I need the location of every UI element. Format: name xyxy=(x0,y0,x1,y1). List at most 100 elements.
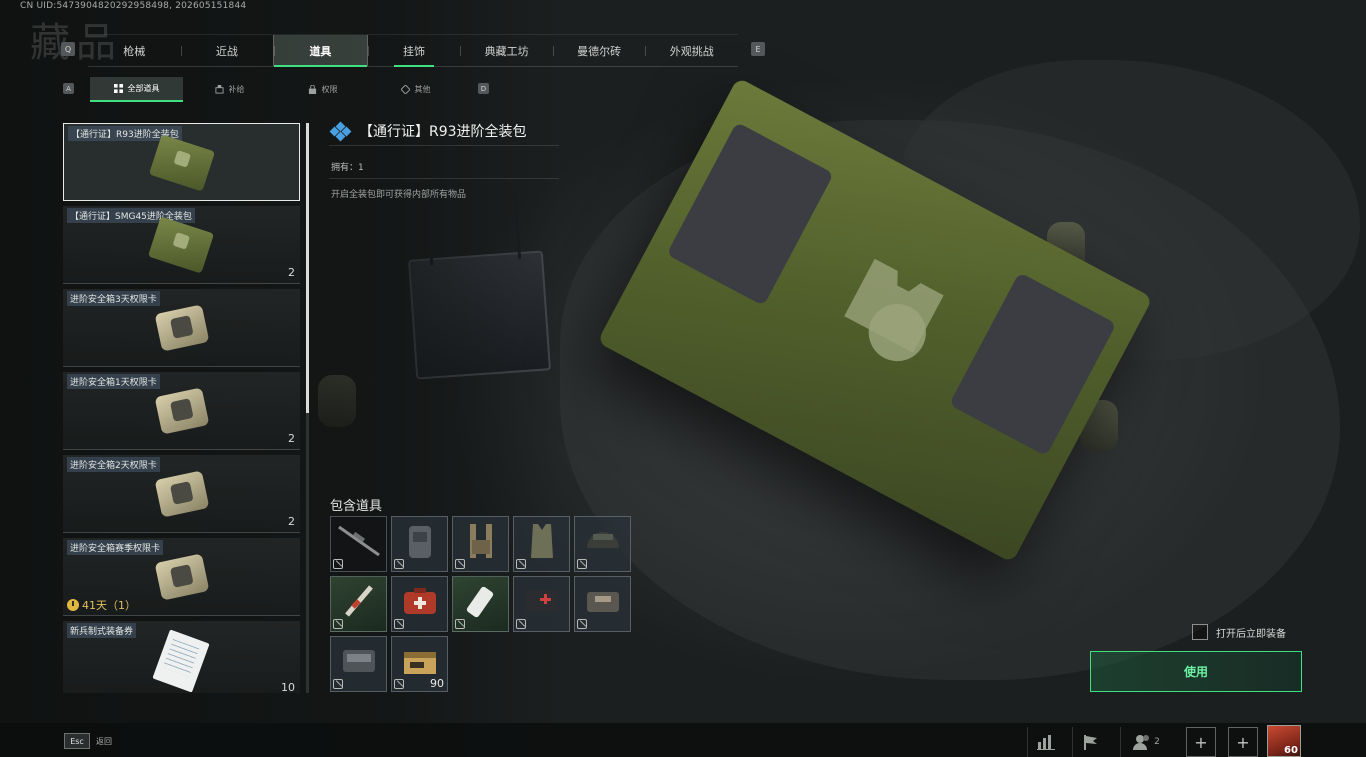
subtab-supply[interactable]: 补给 xyxy=(183,77,276,102)
invite-slot-button[interactable]: + xyxy=(1228,727,1258,757)
sniper-rifle-icon xyxy=(337,526,380,557)
clock-icon xyxy=(67,599,79,611)
scrollbar-thumb[interactable] xyxy=(306,123,309,413)
item-name: 进阶安全箱赛季权限卡 xyxy=(67,540,164,555)
content-slot[interactable] xyxy=(513,516,570,572)
backpack-icon xyxy=(408,526,431,559)
list-item[interactable]: 【通行证】SMG45进阶全装包 2 xyxy=(63,206,300,284)
helmet-icon xyxy=(586,532,619,549)
safe-box-icon xyxy=(154,387,210,435)
content-slot[interactable] xyxy=(330,636,387,692)
tab-charms-label: 挂饰 xyxy=(403,44,426,58)
content-slot[interactable] xyxy=(452,516,509,572)
list-item[interactable]: 进阶安全箱3天权限卡 xyxy=(63,289,300,367)
equip-on-open-label: 打开后立即装备 xyxy=(1216,628,1286,640)
squad-button[interactable]: 2 xyxy=(1120,727,1172,757)
flag-icon xyxy=(1083,735,1097,750)
content-slot[interactable] xyxy=(574,576,631,632)
subtab-permission-label: 权限 xyxy=(321,85,338,94)
permission-icon xyxy=(308,85,316,94)
item-name: 进阶安全箱3天权限卡 xyxy=(67,291,160,306)
ammo-box-icon xyxy=(403,652,436,675)
content-slot[interactable] xyxy=(391,516,448,572)
plus-icon: + xyxy=(1194,732,1208,752)
prev-tab-key-hint[interactable]: Q xyxy=(61,42,75,56)
squad-icon xyxy=(1133,735,1150,750)
subtab-supply-label: 补给 xyxy=(228,85,245,94)
armor-emblem-icon xyxy=(844,258,944,362)
contents-grid: 90 xyxy=(330,516,635,692)
slot-quantity: 90 xyxy=(430,677,444,690)
armor-repair-icon xyxy=(342,650,375,673)
first-aid-icon xyxy=(525,590,558,613)
other-icon xyxy=(400,85,410,94)
use-button[interactable]: 使用 xyxy=(1090,651,1302,692)
back-label: 返回 xyxy=(96,736,112,746)
item-timer-text: 41天（1） xyxy=(82,599,136,612)
equipment-box-icon xyxy=(147,216,215,274)
equip-on-open-toggle[interactable]: 打开后立即装备 xyxy=(1192,624,1286,640)
safe-box-icon xyxy=(154,553,210,601)
subtab-all-items-label: 全部道具 xyxy=(127,84,160,93)
list-item[interactable]: 进阶安全箱1天权限卡 2 xyxy=(63,372,300,450)
next-subtab-key-hint[interactable]: D xyxy=(478,83,489,94)
bar-chart-icon xyxy=(1036,735,1055,750)
equip-checkbox[interactable] xyxy=(1192,624,1208,640)
item-timer: 41天（1） xyxy=(67,597,136,613)
tab-charms[interactable]: 挂饰 xyxy=(367,35,461,67)
sub-tab-bar: 全部道具 补给 权限 其他 xyxy=(90,77,462,102)
safe-box-icon xyxy=(154,304,210,352)
contents-label: 包含道具 xyxy=(330,499,383,514)
tab-guns[interactable]: 枪械 xyxy=(88,35,181,66)
item-list-scrollbar[interactable] xyxy=(306,123,309,693)
supply-icon xyxy=(214,85,224,94)
subtab-other-label: 其他 xyxy=(414,85,431,94)
tab-mandel-brick[interactable]: 曼德尔砖 xyxy=(552,35,646,66)
list-item[interactable]: 新兵制式装备券 10 xyxy=(63,621,300,693)
next-tab-key-hint[interactable]: E xyxy=(751,42,765,56)
list-item[interactable]: 进阶安全箱2天权限卡 2 xyxy=(63,455,300,533)
armor-vest-icon xyxy=(530,524,553,559)
content-slot[interactable]: 90 xyxy=(391,636,448,692)
subtab-other[interactable]: 其他 xyxy=(369,77,462,102)
main-tab-bar: 枪械 近战 道具 挂饰 典藏工坊 曼德尔砖 外观挑战 xyxy=(88,34,738,67)
grid-icon xyxy=(113,84,123,93)
medkit-icon xyxy=(403,588,436,615)
mission-button[interactable] xyxy=(1072,727,1108,757)
pill-bottle-icon xyxy=(466,587,493,618)
item-count: 2 xyxy=(288,432,295,445)
subtab-permission[interactable]: 权限 xyxy=(276,77,369,102)
plus-icon: + xyxy=(1236,732,1250,752)
detail-title: 【通行证】R93进阶全装包 xyxy=(329,121,527,142)
content-slot[interactable] xyxy=(513,576,570,632)
item-list: 【通行证】R93进阶全装包 【通行证】SMG45进阶全装包 2 进阶安全箱3天权… xyxy=(63,123,301,693)
voucher-icon xyxy=(152,629,210,693)
detail-description: 开启全装包即可获得内部所有物品 xyxy=(331,190,467,200)
tab-melee[interactable]: 近战 xyxy=(180,35,274,66)
content-slot[interactable] xyxy=(330,516,387,572)
stats-button[interactable] xyxy=(1027,727,1063,757)
chest-rig-icon xyxy=(469,524,492,559)
prev-subtab-key-hint[interactable]: A xyxy=(63,83,74,94)
list-item[interactable]: 进阶安全箱赛季权限卡 41天（1） xyxy=(63,538,300,616)
content-slot[interactable] xyxy=(452,576,509,632)
subtab-all-items[interactable]: 全部道具 xyxy=(90,77,183,102)
content-slot[interactable] xyxy=(574,516,631,572)
repair-kit-icon xyxy=(586,592,619,613)
esc-key: Esc xyxy=(64,733,90,749)
content-slot[interactable] xyxy=(330,576,387,632)
item-name: 进阶安全箱1天权限卡 xyxy=(67,374,160,389)
tab-appearance-challenge[interactable]: 外观挑战 xyxy=(645,35,738,66)
equipment-box-icon xyxy=(148,134,216,192)
invite-slot-button[interactable]: + xyxy=(1186,727,1216,757)
item-name: 进阶安全箱2天权限卡 xyxy=(67,457,160,472)
back-button[interactable]: Esc 返回 xyxy=(64,733,112,749)
item-count: 10 xyxy=(281,681,295,693)
item-count: 2 xyxy=(288,515,295,528)
content-slot[interactable] xyxy=(391,576,448,632)
tab-items[interactable]: 道具 xyxy=(273,35,368,67)
tab-collection-workshop[interactable]: 典藏工坊 xyxy=(460,35,553,66)
player-level: 60 xyxy=(1284,745,1298,756)
list-item[interactable]: 【通行证】R93进阶全装包 xyxy=(63,123,300,201)
owned-count: 拥有：1 xyxy=(331,163,364,173)
